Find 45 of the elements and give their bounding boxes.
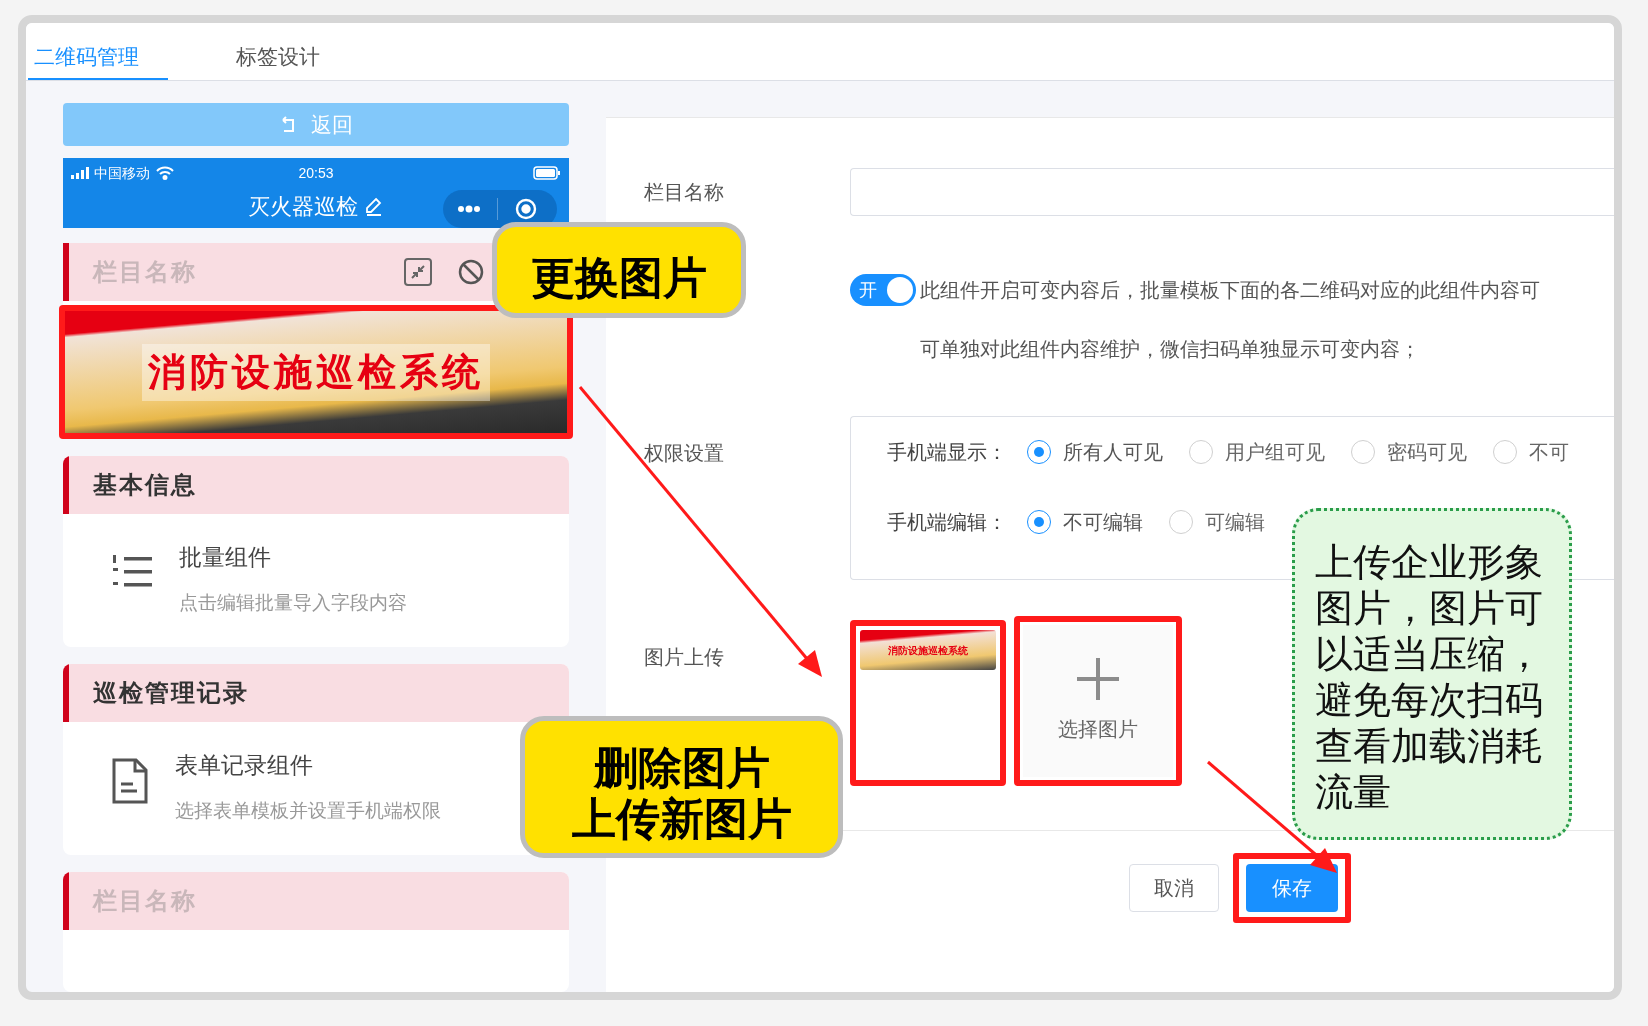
note-callout: 上传企业形象 图片，图片可 以适当压缩， 避免每次扫码 查看加载消耗 流量 <box>1292 508 1572 840</box>
more-icon[interactable] <box>457 205 481 214</box>
radio-option[interactable]: 不可 <box>1493 437 1569 467</box>
battery-icon <box>533 166 561 181</box>
collapse-icon[interactable] <box>403 257 433 287</box>
plus-icon <box>1077 658 1119 700</box>
name-input[interactable] <box>850 168 1614 216</box>
thumbnail-image[interactable]: 消防设施巡检系统 <box>860 630 996 670</box>
field-label: 图片上传 <box>644 645 725 670</box>
radio-option[interactable]: 用户组可见 <box>1189 437 1325 467</box>
carrier-name: 中国移动 <box>94 163 150 183</box>
toggle-switch[interactable]: 开 <box>850 274 916 306</box>
component-title: 表单记录组件 <box>175 751 314 780</box>
cancel-button[interactable]: 取消 <box>1129 864 1219 912</box>
tab[interactable]: 二维码管理 <box>28 36 168 80</box>
radio-option[interactable]: 可编辑 <box>1169 507 1265 537</box>
signal-icon <box>71 167 91 180</box>
component-hint: 选择表单模板并设置手机端权限 <box>175 798 441 823</box>
section-title: 基本信息 <box>93 470 197 500</box>
page-title: 灭火器巡检 <box>248 192 358 221</box>
toggle-description: 可单独对此组件内容维护，微信扫码单独显示可变内容； <box>920 337 1421 362</box>
radio-group-label: 手机端编辑： <box>887 510 1008 535</box>
callout-label: 更换图片 <box>492 222 746 318</box>
radio-group-label: 手机端显示： <box>887 440 1008 465</box>
radio-option[interactable]: 密码可见 <box>1351 437 1467 467</box>
document-icon <box>111 758 149 804</box>
pen-icon[interactable] <box>364 196 384 217</box>
component-title: 批量组件 <box>179 543 272 572</box>
wifi-icon <box>156 166 174 181</box>
field-label: 权限设置 <box>644 441 725 466</box>
banner-title: 消防设施巡检系统 <box>142 343 490 401</box>
toggle-description: 此组件开启可变内容后，批量模板下面的各二维码对应的此组件内容可 <box>920 278 1540 303</box>
disable-icon[interactable] <box>457 258 485 286</box>
field-label: 栏目名称 <box>644 180 725 205</box>
status-time: 20:53 <box>298 163 334 183</box>
component-hint: 点击编辑批量导入字段内容 <box>179 590 407 615</box>
radio-option[interactable]: 所有人可见 <box>1027 437 1163 467</box>
section-title: 巡检管理记录 <box>93 678 249 708</box>
select-image-button[interactable]: 选择图片 <box>1023 625 1173 777</box>
close-target-icon[interactable] <box>514 197 538 222</box>
radio-option[interactable]: 不可编辑 <box>1027 507 1143 537</box>
save-button[interactable]: 保存 <box>1246 864 1338 912</box>
tab[interactable]: 标签设计 <box>208 36 348 80</box>
thumbnail-title: 消防设施巡检系统 <box>888 643 968 658</box>
callout-label: 删除图片 上传新图片 <box>520 716 843 858</box>
